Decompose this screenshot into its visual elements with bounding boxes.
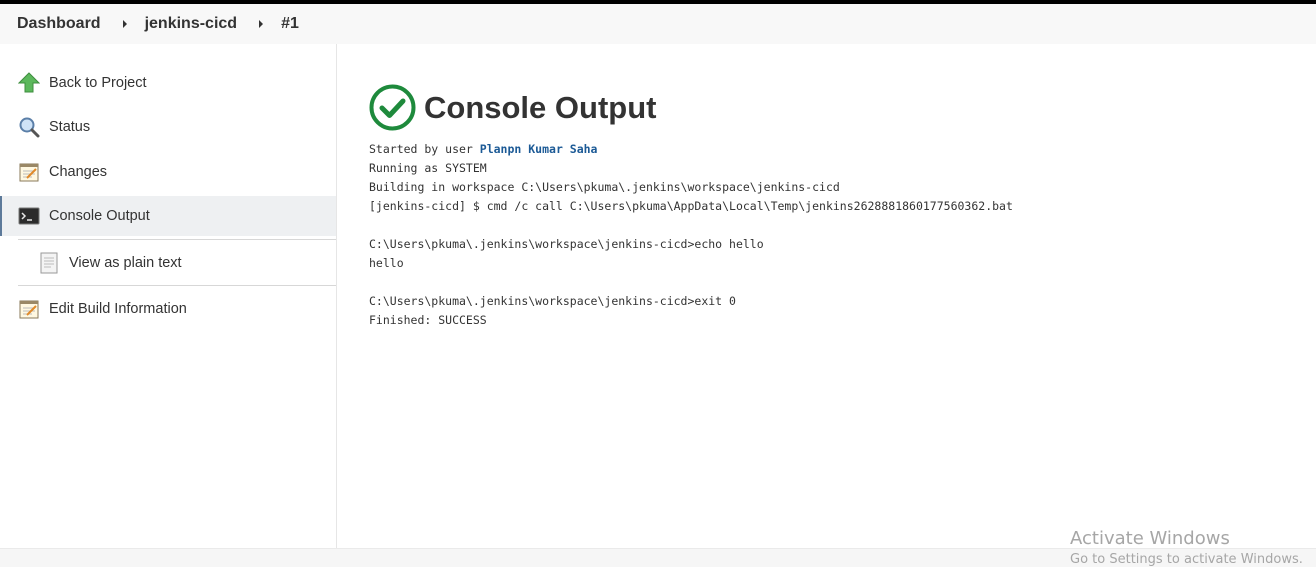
console-line: C:\Users\pkuma\.jenkins\workspace\jenkin… (369, 294, 736, 308)
main-content: Console Output (369, 84, 656, 131)
sidebar-item-changes[interactable]: Changes (0, 152, 336, 192)
sidebar-item-label: View as plain text (69, 255, 182, 271)
notepad-icon (18, 298, 40, 320)
breadcrumb-job[interactable]: jenkins-cicd (145, 15, 237, 33)
terminal-icon (18, 205, 40, 227)
sidebar-item-label: Console Output (49, 208, 150, 224)
success-check-icon (369, 84, 416, 131)
breadcrumb-build[interactable]: #1 (281, 15, 299, 33)
console-line: Running as SYSTEM (369, 161, 487, 175)
chevron-right-icon (122, 20, 127, 28)
up-arrow-icon (17, 72, 41, 94)
console-output: Started by user Planpn Kumar Saha Running… (369, 140, 1013, 330)
sidebar-item-label: Changes (49, 164, 108, 180)
user-link[interactable]: Planpn Kumar Saha (480, 142, 598, 156)
watermark-title: Activate Windows (1070, 528, 1230, 549)
console-line: C:\Users\pkuma\.jenkins\workspace\jenkin… (369, 237, 764, 251)
chevron-right-icon (259, 20, 264, 28)
console-line: Started by user Planpn Kumar Saha (369, 140, 1013, 159)
console-line: [jenkins-cicd] $ cmd /c call C:\Users\pk… (369, 199, 1013, 213)
document-icon (38, 252, 60, 274)
sidebar-item-label: Status (49, 119, 91, 135)
console-line: Finished: SUCCESS (369, 313, 487, 327)
console-line: Building in workspace C:\Users\pkuma\.je… (369, 180, 840, 194)
sidebar-item-label: Back to Project (49, 75, 147, 91)
activate-windows-watermark: Activate Windows Go to Settings to activ… (1070, 528, 1303, 567)
sidebar-item-view-as-plain-text[interactable]: View as plain text (0, 243, 336, 283)
sidebar-divider (18, 239, 336, 240)
sidebar-item-status[interactable]: Status (0, 107, 336, 147)
watermark-subtitle: Go to Settings to activate Windows. (1070, 552, 1303, 567)
page-title: Console Output (424, 89, 657, 125)
sidebar-divider (18, 285, 336, 286)
console-started-prefix: Started by user (369, 142, 480, 156)
sidebar-item-back-to-project[interactable]: Back to Project (0, 63, 336, 103)
notepad-icon (18, 161, 40, 183)
magnifier-icon (18, 116, 40, 138)
page-heading: Console Output (369, 84, 656, 131)
console-line: hello (369, 256, 404, 270)
breadcrumb-dashboard[interactable]: Dashboard (17, 15, 101, 33)
breadcrumb: Dashboard jenkins-cicd #1 (0, 4, 1316, 44)
sidebar-item-label: Edit Build Information (49, 301, 187, 317)
sidebar-item-console-output[interactable]: Console Output (0, 196, 336, 236)
sidebar-item-edit-build-information[interactable]: Edit Build Information (0, 289, 336, 329)
sidebar: Back to Project Status Changes Console O… (0, 44, 337, 548)
